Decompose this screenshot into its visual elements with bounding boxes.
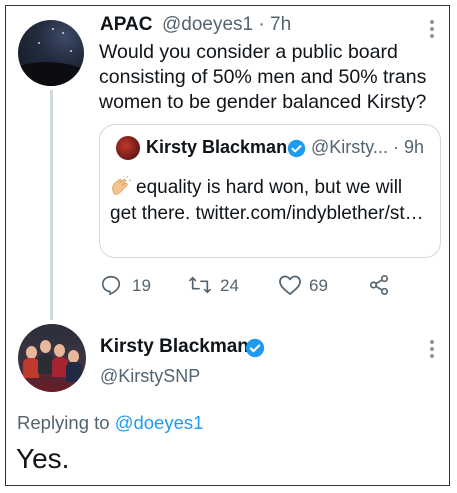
- quoted-tweet-text: equality is hard won, but we will get th…: [110, 177, 424, 224]
- verified-badge-icon: [287, 139, 306, 158]
- reply-text: Yes.: [16, 443, 70, 474]
- more-vertical-icon[interactable]: [430, 340, 434, 358]
- reply-count: 19: [132, 276, 151, 295]
- tweet-author-meta: @doeyes1 · 7h: [162, 14, 291, 36]
- apac-avatar[interactable]: [18, 20, 84, 86]
- quoted-tweet-text-block: equality is hard won, but we will get th…: [110, 175, 430, 227]
- thread-line: [50, 90, 53, 320]
- quoted-author-name: Kirsty Blackman: [146, 137, 288, 157]
- quoted-author-avatar: [116, 136, 140, 160]
- more-vertical-icon[interactable]: [430, 20, 434, 38]
- like-count: 69: [309, 276, 328, 295]
- kirsty-avatar[interactable]: [18, 324, 86, 392]
- like-heart-icon[interactable]: [278, 274, 302, 296]
- verified-badge-icon: [245, 338, 265, 358]
- reply-author-name[interactable]: Kirsty Blackman: [100, 336, 249, 358]
- replying-to-line: Replying to @doeyes1: [17, 412, 203, 434]
- replying-to-link[interactable]: @doeyes1: [115, 412, 204, 433]
- quoted-author-meta: @Kirsty... · 9h: [311, 137, 424, 158]
- clapping-hands-icon: [112, 176, 132, 195]
- tweet-author-name[interactable]: APAC: [100, 14, 152, 36]
- reply-author-handle[interactable]: @KirstySNP: [100, 366, 200, 387]
- retweet-count: 24: [220, 276, 239, 295]
- quoted-timestamp: · 9h: [392, 137, 424, 157]
- tweet-author-handle[interactable]: @doeyes1: [162, 14, 253, 35]
- tweet-text: Would you consider a public board consis…: [99, 41, 427, 113]
- retweet-icon[interactable]: [187, 274, 213, 296]
- replying-to-label: Replying to: [17, 412, 110, 433]
- reply-icon[interactable]: [100, 274, 122, 296]
- quoted-author-handle: @Kirsty...: [311, 137, 388, 157]
- share-icon[interactable]: [368, 274, 390, 296]
- tweet-timestamp[interactable]: · 7h: [258, 14, 291, 35]
